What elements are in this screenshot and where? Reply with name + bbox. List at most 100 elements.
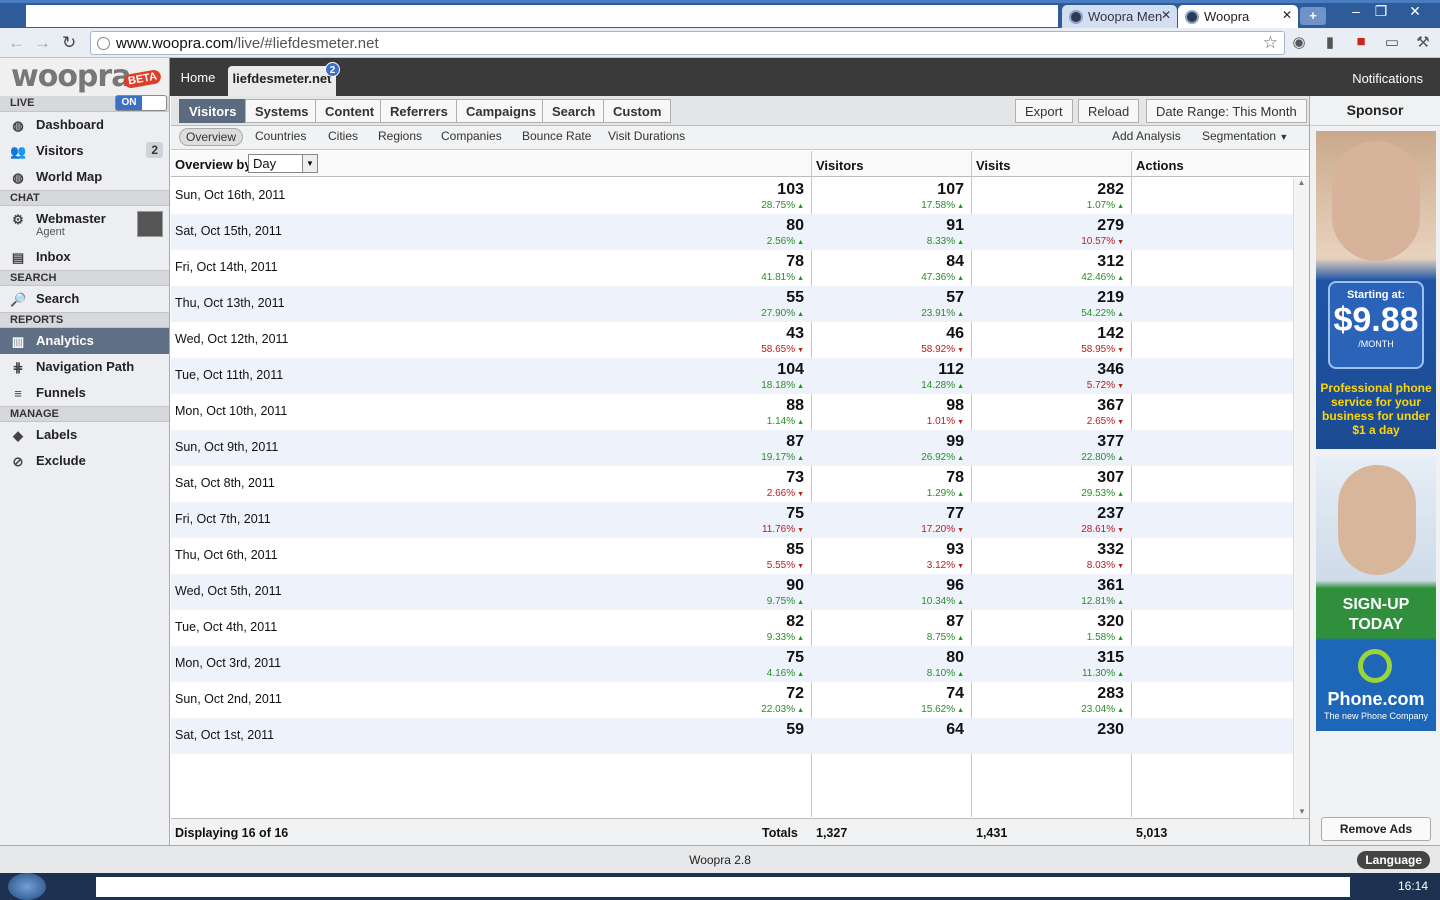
displaying-count: Displaying 16 of 16 [175, 826, 289, 840]
date-range-button[interactable]: Date Range: This Month [1146, 99, 1307, 123]
home-tab[interactable]: Home [172, 66, 224, 90]
site-tab[interactable]: liefdesmeter.net 2 [228, 62, 340, 96]
url-domain: www.woopra.com [116, 35, 234, 52]
forward-icon[interactable]: → [34, 33, 51, 53]
minimize-icon[interactable]: – [1345, 3, 1367, 21]
new-tab-button[interactable]: + [1300, 7, 1326, 25]
browser-toolbar: ← → ↻ www.woopra.com/live/#liefdesmeter.… [0, 28, 1440, 58]
cell-change: 1.07% [972, 199, 1124, 213]
cell-change: 11.30% [972, 667, 1124, 681]
subtab-regions[interactable]: Regions [378, 129, 422, 143]
add-analysis-link[interactable]: Add Analysis [1112, 129, 1181, 143]
table-row[interactable]: Sat, Oct 15th, 2011802.56%918.33%27910.5… [171, 214, 1293, 250]
subtab-visit-durations[interactable]: Visit Durations [608, 129, 685, 143]
cell-change: 58.92% [812, 343, 964, 357]
notifications-link[interactable]: Notifications [1352, 71, 1423, 86]
site-tab-label: liefdesmeter.net [232, 71, 332, 86]
close-window-icon[interactable]: ✕ [1404, 3, 1426, 21]
table-row[interactable]: Sat, Oct 1st, 2011 59 64 230 [171, 718, 1293, 754]
extension-icon[interactable]: ◉ [1289, 33, 1309, 53]
table-row[interactable]: Wed, Oct 5th, 2011909.75%9610.34%36112.8… [171, 574, 1293, 610]
back-icon[interactable]: ← [8, 33, 25, 53]
subtab-countries[interactable]: Countries [255, 129, 306, 143]
scroll-up-icon[interactable]: ▲ [1294, 178, 1309, 187]
ad-signup: SIGN-UP TODAY [1342, 596, 1410, 633]
close-tab-icon[interactable]: ✕ [1161, 8, 1171, 22]
tab-visitors[interactable]: Visitors [179, 99, 247, 123]
ad-banner-2[interactable]: SIGN-UP TODAY Phone.com The new Phone Co… [1316, 457, 1436, 731]
tab-content[interactable]: Content [315, 99, 385, 123]
table-row[interactable]: Sun, Oct 16th, 201110328.75%10717.58%282… [171, 178, 1293, 214]
tab-referrers[interactable]: Referrers [380, 99, 458, 123]
scrollbar[interactable]: ▲ ▼ [1293, 178, 1309, 818]
ad-banner-1[interactable]: Starting at: $9.88 /MONTH Professional p… [1316, 131, 1436, 449]
maximize-icon[interactable]: ❐ [1370, 3, 1392, 21]
sidebar-item-visitors[interactable]: 👥 Visitors 2 [0, 138, 169, 164]
live-toggle[interactable]: ON [115, 95, 167, 111]
table-row[interactable]: Mon, Oct 3rd, 2011754.16%808.10%31511.30… [171, 646, 1293, 682]
table-row[interactable]: Sun, Oct 9th, 20118719.17%9926.92%37722.… [171, 430, 1293, 466]
table-row[interactable]: Mon, Oct 10th, 2011881.14%981.01%3672.65… [171, 394, 1293, 430]
sidebar-item-dashboard[interactable]: ◍ Dashboard [0, 112, 169, 138]
table-row[interactable]: Tue, Oct 11th, 201110418.18%11214.28%346… [171, 358, 1293, 394]
table-row[interactable]: Thu, Oct 13th, 20115527.90%5723.91%21954… [171, 286, 1293, 322]
tab-search[interactable]: Search [542, 99, 606, 123]
browser-tab-woopra[interactable]: Woopra ✕ [1178, 5, 1298, 29]
table-row[interactable]: Wed, Oct 12th, 20114358.65%4658.92%14258… [171, 322, 1293, 358]
table-row[interactable]: Tue, Oct 4th, 2011829.33%878.75%3201.58% [171, 610, 1293, 646]
woopra-favicon-icon [1185, 10, 1199, 24]
tab-campaigns[interactable]: Campaigns [456, 99, 547, 123]
bookmark-star-icon[interactable]: ☆ [1263, 33, 1278, 53]
column-header-actions[interactable]: Actions [1136, 158, 1184, 173]
sidebar-item-search[interactable]: 🔎 Search [0, 286, 169, 312]
period-select[interactable]: Day ▼ [248, 154, 318, 173]
row-cell: 75 4.16% [652, 649, 804, 681]
column-header-visitors[interactable]: Visitors [816, 158, 863, 173]
sidebar-item-webmaster[interactable]: ⚙ Webmaster Agent [0, 206, 169, 244]
remove-ads-button[interactable]: Remove Ads [1321, 817, 1431, 841]
page-menu-icon[interactable]: ▭ [1382, 33, 1402, 53]
subtab-overview[interactable]: Overview [179, 128, 244, 146]
woopra-logo[interactable]: woopra BETA [0, 58, 170, 96]
address-bar[interactable]: www.woopra.com/live/#liefdesmeter.net ☆ [90, 31, 1285, 55]
row-cell: 283 23.04% [972, 685, 1124, 717]
tab-systems[interactable]: Systems [245, 99, 319, 123]
total-visits: 1,431 [976, 826, 1008, 840]
column-header-visits[interactable]: Visits [976, 158, 1010, 173]
subtab-cities[interactable]: Cities [328, 129, 358, 143]
block-icon: ⊘ [12, 454, 24, 469]
subtab-companies[interactable]: Companies [441, 129, 502, 143]
table-row[interactable]: Thu, Oct 6th, 2011855.55%933.12%3328.03% [171, 538, 1293, 574]
pdf-extension-icon[interactable]: ■ [1351, 33, 1371, 53]
sidebar-item-labels[interactable]: ◆ Labels [0, 422, 169, 448]
tab-strip-blank [26, 5, 1058, 27]
browser-tab-woopra-men[interactable]: Woopra Men ✕ [1062, 5, 1177, 29]
sidebar-item-funnels[interactable]: ≡ Funnels [0, 380, 169, 406]
cell-change: 28.61% [972, 523, 1124, 537]
table-row[interactable]: Sat, Oct 8th, 2011732.66%781.29%30729.53… [171, 466, 1293, 502]
tab-custom[interactable]: Custom [603, 99, 672, 123]
reload-page-icon[interactable]: ↻ [62, 33, 76, 53]
cell-change: 28.75% [652, 199, 804, 213]
segmentation-dropdown[interactable]: Segmentation ▼ [1202, 129, 1288, 143]
wrench-icon[interactable]: ⚒ [1413, 33, 1433, 53]
row-cell: 87 8.75% [812, 613, 964, 645]
table-row[interactable]: Sun, Oct 2nd, 20117222.03%7415.62%28323.… [171, 682, 1293, 718]
subtab-bounce-rate[interactable]: Bounce Rate [522, 129, 591, 143]
close-tab-icon[interactable]: ✕ [1282, 8, 1292, 22]
scroll-down-icon[interactable]: ▼ [1294, 807, 1310, 816]
sidebar-item-analytics[interactable]: ▥ Analytics [0, 328, 169, 354]
sidebar-item-world-map[interactable]: ◍ World Map [0, 164, 169, 190]
sidebar-item-label: Analytics [36, 333, 94, 348]
language-button[interactable]: Language [1357, 851, 1430, 869]
sidebar-item-exclude[interactable]: ⊘ Exclude [0, 448, 169, 474]
sidebar-item-inbox[interactable]: ▤ Inbox [0, 244, 169, 270]
sidebar-item-navigation-path[interactable]: ⋕ Navigation Path [0, 354, 169, 380]
table-row[interactable]: Fri, Oct 7th, 20117511.76%7717.20%23728.… [171, 502, 1293, 538]
total-visitors: 1,327 [816, 826, 848, 840]
extension-icon[interactable]: ▮ [1320, 33, 1340, 53]
table-row[interactable]: Fri, Oct 14th, 20117841.81%8447.36%31242… [171, 250, 1293, 286]
export-button[interactable]: Export [1015, 99, 1073, 123]
start-button[interactable] [8, 873, 46, 900]
reload-button[interactable]: Reload [1078, 99, 1140, 123]
